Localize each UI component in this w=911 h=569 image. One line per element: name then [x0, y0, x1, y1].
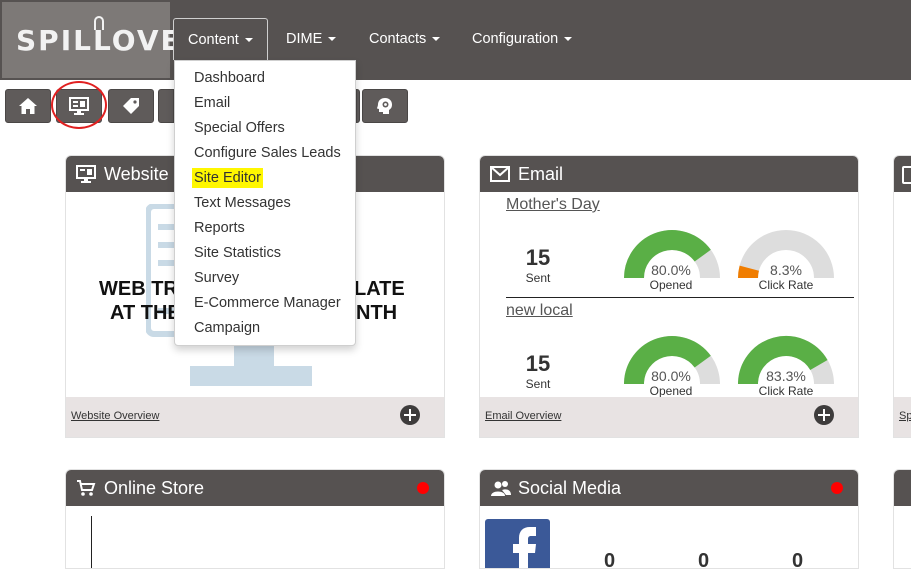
opened-label: Opened: [649, 278, 693, 292]
caret-down-icon: [432, 37, 441, 42]
third-card-footer: Sp: [894, 397, 911, 437]
toolbar-button-hidden[interactable]: [158, 89, 174, 123]
nav-content-label: Content: [188, 32, 239, 48]
sent-label: Sent: [525, 377, 551, 391]
email-overview-link[interactable]: Email Overview: [485, 410, 561, 422]
top-navbar: SPILLOVER Content DIME Contacts Configur…: [0, 0, 911, 80]
social-count: 0: [604, 550, 616, 569]
email-card-header: Email: [480, 156, 858, 192]
home-icon: [19, 98, 37, 114]
shopping-cart-icon: [77, 480, 96, 496]
menu-item-survey[interactable]: Survey: [194, 268, 239, 288]
menu-item-email[interactable]: Email: [194, 93, 230, 113]
website-text-line2-right: NTH: [356, 302, 398, 324]
click-rate-value: 83.3%: [766, 368, 806, 384]
social-count: 0: [698, 550, 710, 569]
plus-circle-icon[interactable]: [400, 405, 420, 425]
menu-item-text-messages[interactable]: Text Messages: [194, 193, 291, 213]
plus-circle-icon[interactable]: [814, 405, 834, 425]
online-store-card-header: Online Store: [66, 470, 444, 506]
social-media-card-title: Social Media: [518, 478, 622, 498]
opened-value: 80.0%: [651, 368, 691, 384]
social-media-card: Social Media 0 0 0: [479, 469, 859, 569]
click-rate-value: 8.3%: [770, 262, 802, 278]
website-card-footer: Website Overview: [66, 397, 444, 437]
fourth-card: [893, 469, 911, 569]
nav-dime[interactable]: DIME: [272, 18, 350, 60]
opened-value: 80.0%: [651, 262, 691, 278]
tag-icon: [123, 98, 139, 114]
nav-configuration[interactable]: Configuration: [458, 18, 586, 60]
nav-contacts[interactable]: Contacts: [355, 18, 454, 60]
click-rate-label: Click Rate: [758, 278, 814, 292]
home-button[interactable]: [5, 89, 51, 123]
nav-dime-label: DIME: [286, 31, 323, 47]
caret-down-icon: [328, 37, 337, 42]
caret-down-icon: [244, 38, 253, 43]
chart-axis-line: [91, 516, 92, 568]
caret-down-icon: [564, 37, 573, 42]
annotation-red-circle: [51, 81, 107, 129]
card-icon: [902, 166, 911, 184]
email-card-title: Email: [518, 164, 564, 184]
status-indicator: [831, 482, 843, 494]
users-icon: [491, 481, 511, 496]
website-overview-link[interactable]: Website Overview: [71, 410, 159, 422]
menu-item-special-offers[interactable]: Special Offers: [194, 118, 285, 138]
click-rate-label: Click Rate: [758, 384, 814, 398]
email-card: Email Mother's Day 15 Sent 80.0% Opened …: [479, 155, 859, 438]
third-card-overview-link[interactable]: Sp: [899, 410, 911, 422]
website-text-line1-left: WEB TR: [99, 278, 178, 300]
lightbulb-head-icon: [377, 98, 392, 114]
website-text-line2-left: AT THE: [110, 302, 181, 324]
menu-item-reports[interactable]: Reports: [194, 218, 245, 238]
ideas-button[interactable]: [362, 89, 408, 123]
menu-item-configure-sales-leads[interactable]: Configure Sales Leads: [194, 143, 341, 163]
logo[interactable]: SPILLOVER: [2, 2, 203, 78]
menu-item-campaign[interactable]: Campaign: [194, 318, 260, 338]
third-card-header: [894, 156, 911, 192]
content-dropdown-menu: Dashboard Email Special Offers Configure…: [174, 60, 356, 346]
nav-content[interactable]: Content: [173, 18, 268, 60]
email-campaign-name-link[interactable]: new local: [506, 302, 573, 320]
sent-count: 15: [525, 245, 551, 270]
opened-label: Opened: [649, 384, 693, 398]
online-store-card-title: Online Store: [104, 478, 205, 498]
fourth-card-header: [894, 470, 911, 506]
email-card-footer: Email Overview: [480, 397, 858, 437]
menu-item-ecommerce-manager[interactable]: E-Commerce Manager: [194, 293, 341, 313]
social-count: 0: [792, 550, 804, 569]
menu-item-site-statistics[interactable]: Site Statistics: [194, 243, 281, 263]
special-offers-button[interactable]: [108, 89, 154, 123]
nav-configuration-label: Configuration: [472, 31, 559, 47]
third-card: Sp: [893, 155, 911, 438]
website-text-line1-right: LATE: [354, 278, 405, 300]
nav-contacts-label: Contacts: [369, 31, 427, 47]
toolbar-button-hidden-edge: [356, 89, 360, 123]
social-media-card-header: Social Media: [480, 470, 858, 506]
status-indicator: [417, 482, 429, 494]
menu-item-site-editor[interactable]: Site Editor: [192, 168, 263, 188]
menu-item-dashboard[interactable]: Dashboard: [194, 68, 265, 88]
envelope-icon: [490, 166, 510, 182]
online-store-card: Online Store: [65, 469, 445, 569]
sent-count: 15: [525, 351, 551, 376]
monitor-icon: [76, 165, 96, 183]
website-card-title: Website: [104, 164, 169, 184]
logo-hook-mark: [94, 16, 104, 30]
divider: [506, 297, 854, 298]
facebook-f-glyph: [513, 527, 536, 568]
email-campaign-name-link[interactable]: Mother's Day: [506, 196, 600, 214]
facebook-icon[interactable]: [485, 519, 550, 568]
sent-label: Sent: [525, 271, 551, 285]
